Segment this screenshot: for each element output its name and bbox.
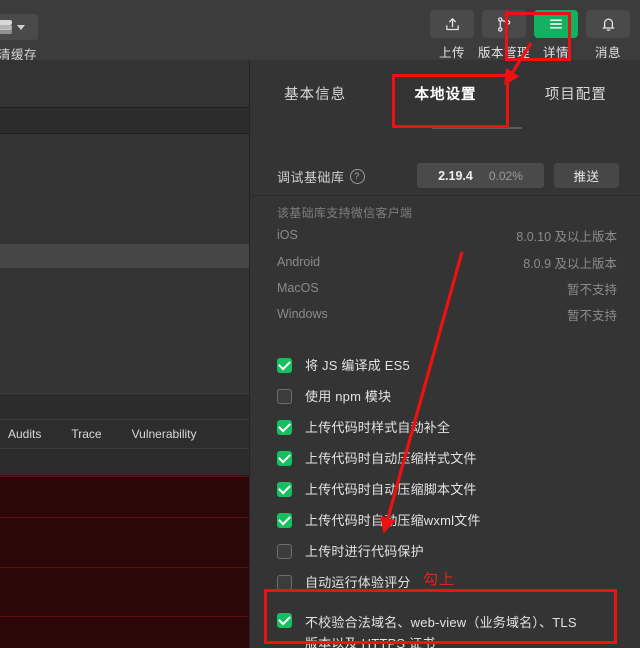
option-compress-style[interactable]: 上传代码时自动压缩样式文件: [277, 450, 627, 481]
question-mark-icon[interactable]: ?: [349, 168, 365, 184]
layers-icon: [0, 20, 12, 34]
platform-name: MacOS: [277, 281, 319, 295]
toolbar-button-messages[interactable]: 消息: [586, 10, 630, 61]
tab-audits[interactable]: Audits: [8, 427, 41, 441]
platform-row-ios: iOS 8.0.10 及以上版本: [277, 222, 617, 248]
platform-name: Android: [277, 255, 321, 269]
annotation-box-local-settings-tab: [392, 74, 509, 128]
bell-icon: [586, 10, 630, 38]
platform-version: 8.0.9 及以上版本: [523, 256, 617, 271]
checkbox-checked-icon[interactable]: [277, 419, 292, 435]
devtools-selected-row[interactable]: [0, 244, 249, 268]
checkbox-checked-icon[interactable]: [277, 512, 292, 528]
push-button[interactable]: 推送: [554, 163, 619, 188]
devtools-band: [0, 134, 249, 244]
option-use-npm[interactable]: 使用 npm 模块: [277, 388, 627, 419]
platform-version: 暂不支持: [566, 282, 617, 297]
platform-version: 暂不支持: [566, 308, 617, 323]
debug-library-version: 2.19.4: [438, 168, 473, 183]
console-error-row[interactable]: [0, 616, 249, 648]
tab-vulnerability[interactable]: Vulnerability: [132, 427, 197, 441]
toolbar-label-messages: 消息: [594, 46, 621, 60]
platform-row-windows: Windows 暂不支持: [277, 301, 617, 327]
devtools-tab-strip[interactable]: Audits Trace Vulnerability: [0, 420, 249, 448]
checkbox-checked-icon[interactable]: [277, 357, 292, 373]
devtools-band: [0, 60, 249, 107]
toolbar-button-upload[interactable]: 上传: [430, 10, 474, 61]
tab-basic-info[interactable]: 基本信息: [250, 60, 380, 130]
tab-project-config[interactable]: 项目配置: [511, 60, 640, 130]
checkbox-unchecked-icon[interactable]: [277, 544, 292, 559]
devtools-band: [0, 394, 249, 419]
debug-library-row: 调试基础库 ? 2.19.4 0.02% 推送: [277, 163, 619, 189]
app-toolbar: 上传 版本管理 详情 消息: [249, 0, 640, 60]
option-label: 上传代码时自动压缩样式文件: [305, 451, 477, 466]
console-error-row[interactable]: [0, 476, 249, 518]
platform-name: iOS: [277, 228, 298, 242]
option-label: 上传时进行代码保护: [305, 544, 424, 559]
checkbox-checked-icon[interactable]: [277, 481, 292, 497]
support-note: 该基础库支持微信客户端: [277, 206, 413, 220]
option-label: 上传代码时自动压缩脚本文件: [305, 482, 477, 497]
option-compress-script[interactable]: 上传代码时自动压缩脚本文件: [277, 481, 627, 512]
platform-name: Windows: [277, 307, 328, 321]
platform-row-android: Android 8.0.9 及以上版本: [277, 249, 617, 275]
option-label: 上传代码时样式自动补全: [305, 420, 451, 435]
devtools-toolbar: 清缓存: [0, 0, 249, 62]
option-compile-js-es5[interactable]: 将 JS 编译成 ES5: [277, 357, 627, 388]
toolbar-label-upload: 上传: [438, 46, 465, 60]
option-compress-wxml[interactable]: 上传代码时自动压缩wxml文件: [277, 512, 627, 543]
devtools-band: [0, 449, 249, 475]
debug-library-version-select[interactable]: 2.19.4 0.02%: [417, 163, 544, 188]
upload-icon: [430, 10, 474, 38]
option-style-autocomplete[interactable]: 上传代码时样式自动补全: [277, 419, 627, 450]
screen-root: 清缓存 Audits Trace Vulnerability 上传 版本管理 详…: [0, 0, 640, 648]
devtools-band: [0, 108, 249, 133]
push-button-label: 推送: [573, 170, 600, 184]
platform-version: 8.0.10 及以上版本: [516, 229, 617, 244]
clear-cache-button[interactable]: [0, 14, 38, 40]
checkbox-unchecked-icon[interactable]: [277, 389, 292, 404]
console-error-row[interactable]: [0, 517, 249, 568]
devtools-band: [0, 268, 249, 393]
panel-divider: [249, 195, 640, 196]
annotation-box-skip-domain-check: [264, 589, 617, 644]
option-label: 将 JS 编译成 ES5: [305, 358, 410, 373]
platform-row-macos: MacOS 暂不支持: [277, 275, 617, 301]
devtools-left-pane: 清缓存 Audits Trace Vulnerability: [0, 0, 249, 648]
debug-library-label-text: 调试基础库: [277, 169, 345, 185]
checkbox-unchecked-icon[interactable]: [277, 575, 292, 590]
annotation-box-details-button: [505, 12, 571, 61]
option-label: 上传代码时自动压缩wxml文件: [305, 513, 481, 528]
option-label: 使用 npm 模块: [305, 389, 392, 404]
checkbox-checked-icon[interactable]: [277, 450, 292, 466]
tab-trace[interactable]: Trace: [71, 427, 101, 441]
debug-library-label: 调试基础库 ?: [277, 167, 365, 186]
debug-library-percent: 0.02%: [488, 168, 523, 183]
chevron-down-icon: [16, 24, 25, 30]
annotation-note-text: 勾上: [423, 571, 456, 588]
console-error-row[interactable]: [0, 567, 249, 617]
